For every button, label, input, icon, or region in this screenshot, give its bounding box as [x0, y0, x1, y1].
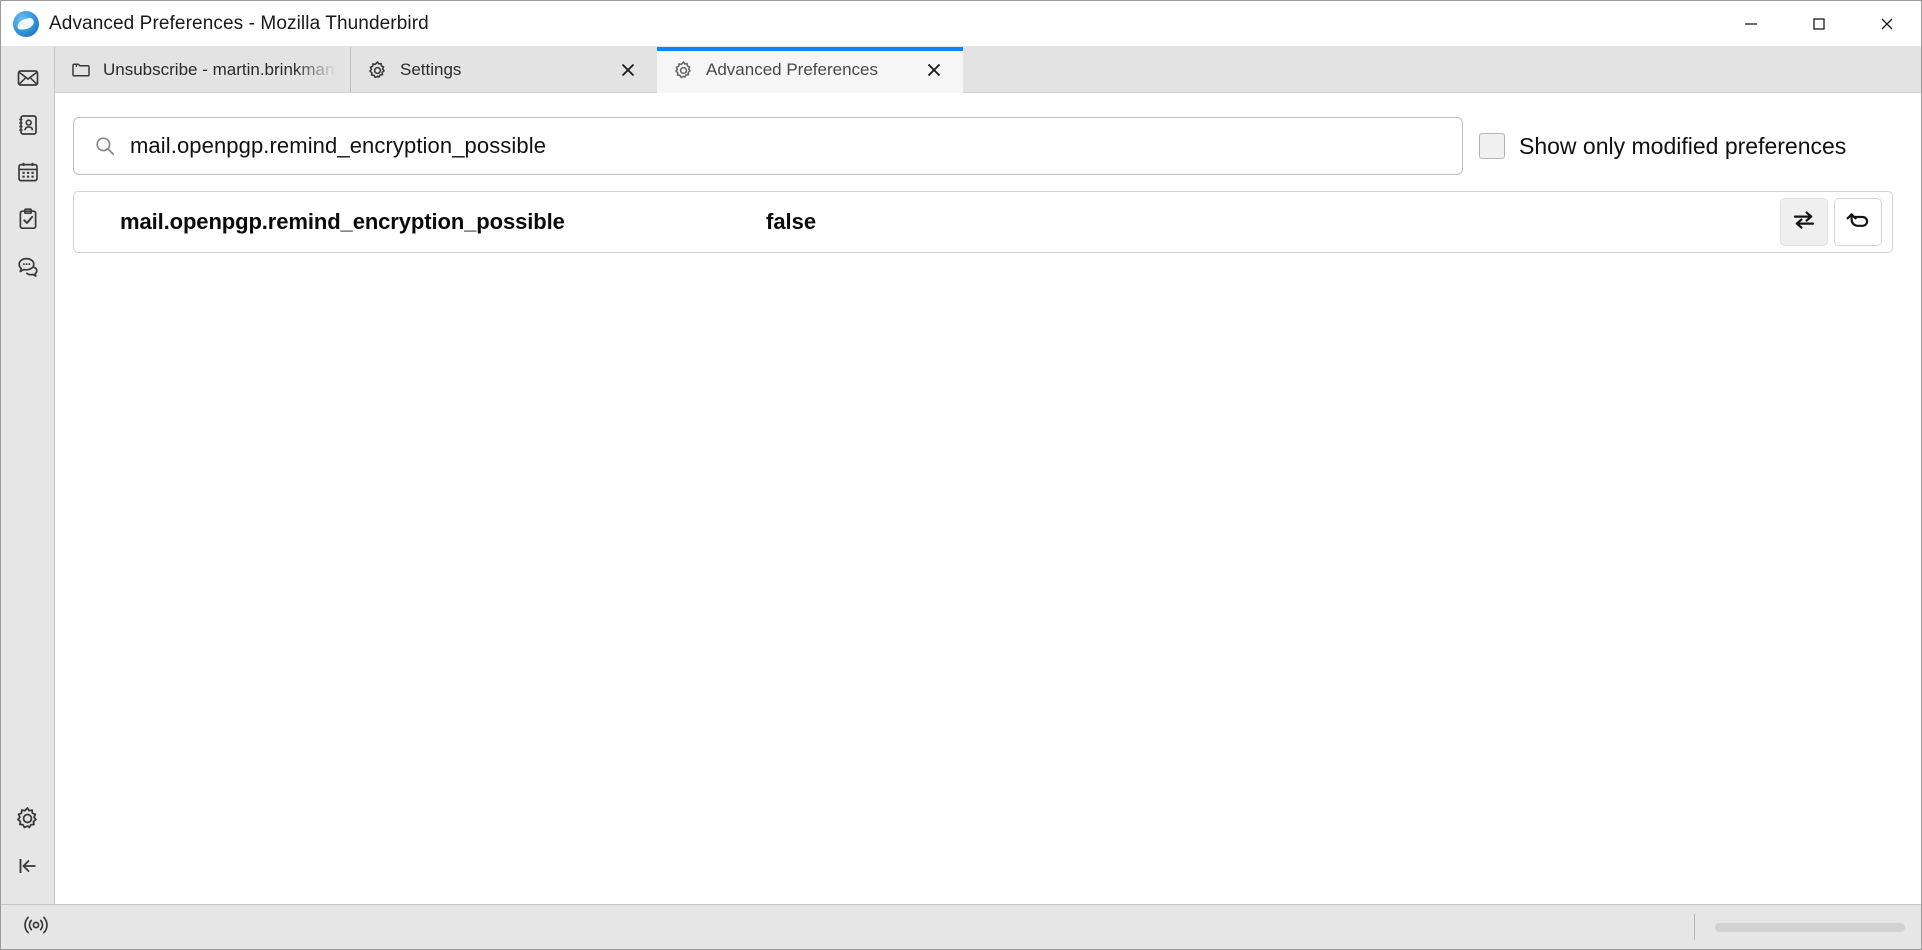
preference-value: false [766, 209, 816, 235]
status-divider [1694, 914, 1695, 940]
reset-preference-button[interactable] [1834, 198, 1882, 246]
tab-close-icon[interactable] [919, 55, 949, 85]
search-input-value: mail.openpgp.remind_encryption_possible [130, 133, 546, 159]
minimize-icon[interactable] [1717, 1, 1785, 47]
sidebar-collapse-button[interactable] [9, 849, 47, 887]
search-row: mail.openpgp.remind_encryption_possible … [73, 117, 1893, 175]
search-input[interactable]: mail.openpgp.remind_encryption_possible [73, 117, 1463, 175]
status-bar [1, 904, 1921, 949]
sidebar-item-address-book[interactable] [9, 108, 47, 146]
sidebar-item-mail[interactable] [9, 61, 47, 99]
chat-bubble-icon [16, 254, 40, 283]
undo-arrow-icon [1845, 207, 1871, 238]
tab-label: Advanced Preferences [706, 60, 878, 80]
tab-close-icon[interactable] [613, 55, 643, 85]
address-book-icon [16, 113, 40, 142]
thunderbird-logo-icon [13, 11, 39, 37]
tab-unsubscribe[interactable]: Unsubscribe - martin.brinkmann [55, 47, 351, 93]
tab-advanced-preferences[interactable]: Advanced Preferences [657, 47, 963, 93]
spaces-bottom-group [9, 802, 47, 904]
sidebar-item-calendar[interactable] [9, 155, 47, 193]
gear-icon [673, 60, 694, 81]
show-only-modified-row[interactable]: Show only modified preferences [1479, 133, 1846, 160]
window-controls [1717, 1, 1921, 47]
folder-icon [71, 60, 91, 80]
tab-settings[interactable]: Settings [351, 47, 657, 93]
sync-status-button[interactable] [9, 914, 63, 941]
advanced-preferences-pane: mail.openpgp.remind_encryption_possible … [55, 93, 1921, 904]
preferences-list: mail.openpgp.remind_encryption_possible … [73, 191, 1893, 253]
maximize-icon[interactable] [1785, 1, 1853, 47]
sidebar-item-tasks[interactable] [9, 202, 47, 240]
sidebar-item-settings[interactable] [9, 802, 47, 840]
toggle-arrows-icon [1791, 207, 1817, 238]
tab-strip: Unsubscribe - martin.brinkmann Settings [55, 47, 1921, 93]
show-only-modified-checkbox[interactable] [1479, 133, 1505, 159]
sync-broadcast-icon [22, 914, 50, 941]
gear-icon [15, 806, 40, 836]
calendar-icon [16, 160, 40, 189]
window-title: Advanced Preferences - Mozilla Thunderbi… [49, 13, 429, 35]
toggle-boolean-button[interactable] [1780, 198, 1828, 246]
preference-name: mail.openpgp.remind_encryption_possible [120, 209, 565, 235]
title-bar: Advanced Preferences - Mozilla Thunderbi… [1, 1, 1921, 47]
preference-actions [1780, 198, 1882, 246]
tab-label: Settings [400, 60, 461, 80]
sidebar-item-chat[interactable] [9, 249, 47, 287]
status-right-group [1694, 914, 1921, 940]
show-only-modified-label: Show only modified preferences [1519, 133, 1846, 160]
envelope-icon [16, 66, 40, 95]
close-icon[interactable] [1853, 1, 1921, 47]
main-column: Unsubscribe - martin.brinkmann Settings [55, 47, 1921, 904]
collapse-left-icon [16, 854, 40, 883]
window-body: Unsubscribe - martin.brinkmann Settings [1, 47, 1921, 904]
search-icon [94, 135, 116, 157]
table-row[interactable]: mail.openpgp.remind_encryption_possible … [73, 191, 1893, 253]
gear-icon [367, 60, 388, 81]
progress-bar [1715, 923, 1905, 932]
spaces-toolbar [1, 47, 55, 904]
tab-label: Unsubscribe - martin.brinkmann [103, 60, 336, 80]
clipboard-check-icon [16, 207, 40, 236]
thunderbird-window: Advanced Preferences - Mozilla Thunderbi… [0, 0, 1922, 950]
